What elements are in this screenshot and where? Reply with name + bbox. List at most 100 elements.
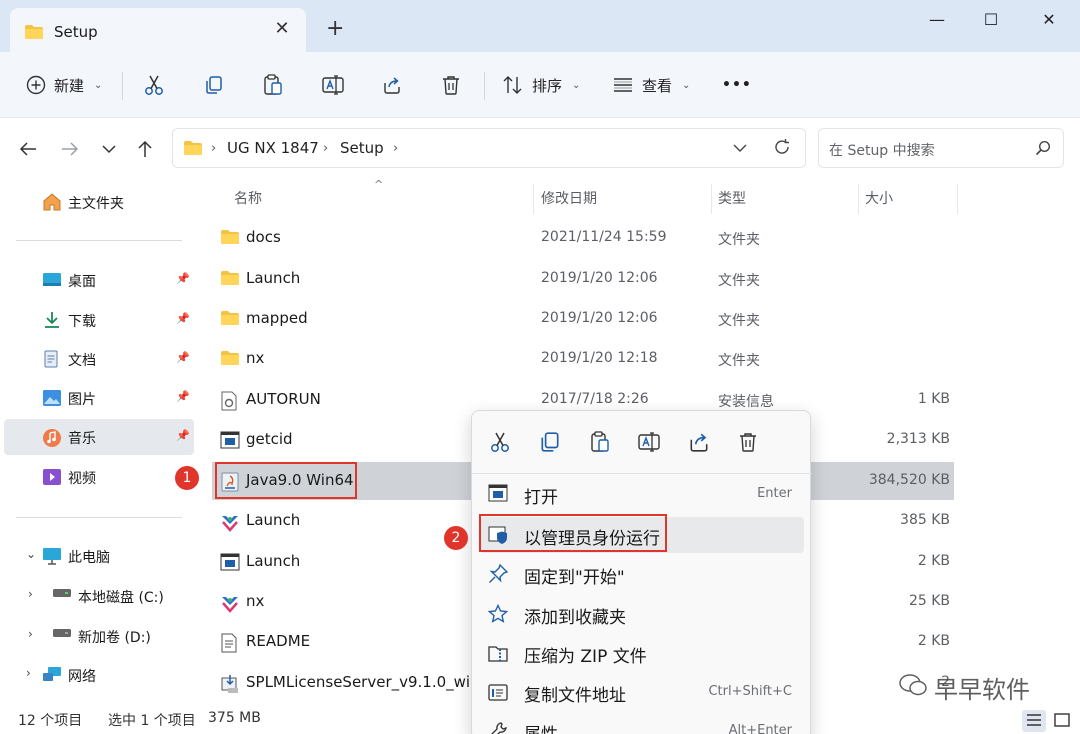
forward-button[interactable] — [58, 137, 82, 161]
plus-circle-icon — [26, 75, 46, 95]
maximize-button[interactable]: ☐ — [968, 6, 1014, 34]
share-button[interactable] — [382, 68, 402, 102]
tab-close-icon[interactable]: ✕ — [272, 19, 292, 39]
more-options-button[interactable]: ••• — [722, 68, 752, 102]
address-bar[interactable]: › UG NX 1847 › Setup › — [172, 128, 806, 168]
chevron-down-icon: ⌄ — [94, 79, 103, 91]
new-button[interactable]: 新建 ⌄ — [26, 68, 102, 102]
view-button[interactable]: 查看 ⌄ — [612, 68, 690, 102]
menu-item-open[interactable]: 打开 Enter — [480, 476, 804, 512]
sidebar-item-drive-c[interactable]: › 本地磁盘 (C:) — [4, 578, 194, 614]
tiles-view-icon — [1054, 713, 1070, 727]
sidebar-item-videos[interactable]: 视频 — [4, 459, 194, 495]
file-size: 2 KB — [917, 633, 950, 649]
rename-icon[interactable] — [638, 431, 662, 455]
chevron-right-icon[interactable]: › — [393, 141, 398, 156]
file-name: docs — [246, 228, 281, 246]
sidebar-item-network[interactable]: › 网络 — [4, 657, 194, 693]
file-row[interactable]: Launch 2019/1/20 12:06 文件夹 — [212, 260, 954, 298]
command-bar: 新建 ⌄ 排序 ⌄ 查看 ⌄ ••• — [0, 52, 1080, 118]
divider — [484, 72, 485, 100]
item-count: 12 个项目 — [18, 713, 83, 729]
refresh-icon[interactable] — [773, 138, 791, 160]
chevron-right-icon[interactable]: › — [26, 666, 31, 680]
installer-icon — [220, 674, 240, 693]
breadcrumb-setup[interactable]: Setup — [340, 139, 384, 157]
file-name: getcid — [246, 430, 293, 448]
tiles-view-button[interactable] — [1050, 710, 1074, 732]
history-chevron-icon[interactable] — [733, 141, 747, 157]
minimize-button[interactable]: — — [914, 6, 960, 34]
menu-item-shortcut: Enter — [757, 486, 792, 501]
file-row[interactable]: docs 2021/11/24 15:59 文件夹 — [212, 219, 954, 257]
file-type: 文件夹 — [718, 273, 760, 289]
open-icon — [488, 484, 510, 506]
chevron-right-icon[interactable]: › — [323, 141, 328, 156]
setup-info-icon — [220, 391, 240, 411]
column-divider[interactable] — [957, 184, 958, 214]
menu-item-copy-path[interactable]: 复制文件地址 Ctrl+Shift+C — [480, 674, 804, 710]
trash-icon[interactable] — [737, 431, 761, 455]
scissors-icon[interactable] — [489, 431, 513, 455]
pin-icon[interactable]: 📌 — [176, 351, 190, 364]
column-divider[interactable] — [711, 184, 712, 214]
menu-item-properties[interactable]: 属性 Alt+Enter — [480, 713, 804, 734]
sidebar-item-home[interactable]: 主文件夹 — [4, 184, 194, 220]
folder-icon — [220, 229, 240, 247]
rename-button[interactable] — [322, 68, 344, 102]
sidebar-item-drive-d[interactable]: › 新加卷 (D:) — [4, 618, 194, 654]
column-header-size[interactable]: 大小 — [865, 188, 893, 208]
search-icon — [1035, 140, 1051, 160]
step-badge-2: 2 — [444, 526, 468, 550]
breadcrumb-ugnx[interactable]: UG NX 1847 — [227, 139, 319, 157]
chevron-down-icon: ⌄ — [682, 79, 691, 91]
chevron-down-icon[interactable]: ⌄ — [26, 547, 36, 561]
share-icon[interactable] — [688, 431, 712, 455]
pin-icon[interactable]: 📌 — [176, 312, 190, 325]
file-row[interactable]: nx 2019/1/20 12:18 文件夹 — [212, 340, 954, 378]
chevron-right-icon[interactable]: › — [28, 587, 33, 601]
back-button[interactable] — [16, 137, 40, 161]
recent-locations-button[interactable] — [97, 137, 121, 161]
menu-item-compress-zip[interactable]: 压缩为 ZIP 文件 — [480, 635, 804, 671]
chevron-right-icon[interactable]: › — [211, 141, 216, 156]
sidebar-item-pictures[interactable]: 图片 📌 — [4, 380, 194, 416]
sidebar-item-downloads[interactable]: 下载 📌 — [4, 302, 194, 338]
column-header-date[interactable]: 修改日期 — [541, 188, 597, 208]
scissors-icon — [144, 74, 164, 96]
cut-button[interactable] — [144, 68, 164, 102]
search-input[interactable]: 在 Setup 中搜索 — [818, 128, 1064, 168]
column-header-name[interactable]: 名称 — [234, 188, 262, 208]
pin-icon[interactable]: 📌 — [176, 429, 190, 442]
details-view-button[interactable] — [1022, 710, 1046, 732]
sidebar-item-desktop[interactable]: 桌面 📌 — [4, 262, 194, 298]
sort-button[interactable]: 排序 ⌄ — [502, 68, 580, 102]
file-size: 385 KB — [900, 512, 950, 528]
sidebar-item-music[interactable]: 音乐 📌 — [4, 419, 194, 455]
column-header-type[interactable]: 类型 — [718, 188, 746, 208]
file-row[interactable]: mapped 2019/1/20 12:06 文件夹 — [212, 300, 954, 338]
sidebar-item-documents[interactable]: 文档 📌 — [4, 341, 194, 377]
clipboard-icon[interactable] — [589, 431, 613, 455]
copy-icon[interactable] — [539, 431, 563, 455]
pin-icon[interactable]: 📌 — [176, 272, 190, 285]
menu-item-add-to-favorites[interactable]: 添加到收藏夹 — [480, 596, 804, 632]
file-type: 文件夹 — [718, 232, 760, 248]
music-icon — [42, 428, 61, 447]
menu-item-pin-to-start[interactable]: 固定到"开始" — [480, 556, 804, 592]
file-size: 25 KB — [908, 593, 950, 609]
new-tab-button[interactable]: + — [326, 18, 344, 40]
sidebar-item-this-pc[interactable]: ⌄ 此电脑 — [4, 538, 194, 574]
pin-icon[interactable]: 📌 — [176, 390, 190, 403]
column-divider[interactable] — [858, 184, 859, 214]
chevron-right-icon[interactable]: › — [28, 627, 33, 641]
copy-button[interactable] — [204, 68, 224, 102]
divider — [16, 517, 182, 518]
close-window-button[interactable]: ✕ — [1026, 6, 1072, 34]
column-divider[interactable] — [533, 184, 534, 214]
paste-button[interactable] — [263, 68, 283, 102]
wechat-icon — [898, 673, 928, 703]
up-button[interactable] — [133, 137, 157, 161]
delete-button[interactable] — [441, 68, 461, 102]
folder-icon — [24, 24, 44, 44]
